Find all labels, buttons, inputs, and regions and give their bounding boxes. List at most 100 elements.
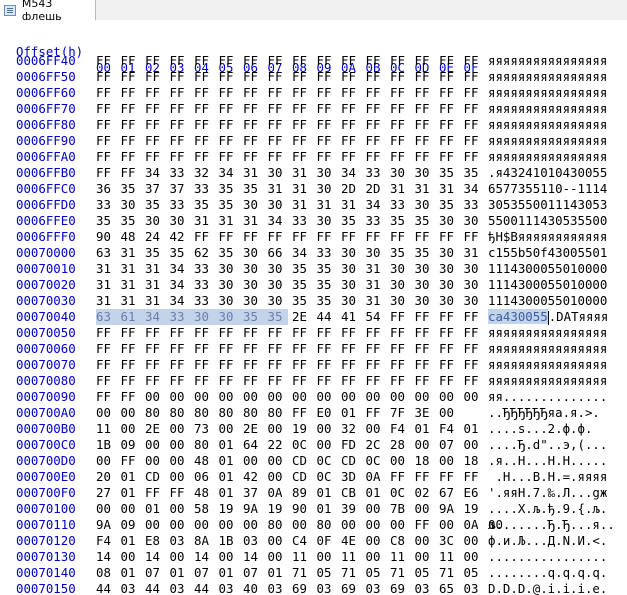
hex-byte[interactable]: 14	[96, 549, 116, 565]
hex-byte[interactable]: CD	[292, 453, 312, 469]
hex-byte[interactable]: 0C	[292, 437, 312, 453]
hex-byte[interactable]: FF	[96, 133, 116, 149]
hex-byte[interactable]: FF	[121, 117, 141, 133]
hex-byte[interactable]: 33	[366, 165, 386, 181]
hex-byte[interactable]: FF	[96, 85, 116, 101]
hex-byte[interactable]: FF	[121, 389, 141, 405]
hex-byte[interactable]: 00	[170, 517, 190, 533]
hex-byte[interactable]: FF	[341, 357, 361, 373]
hex-byte[interactable]: FF	[170, 101, 190, 117]
hex-byte[interactable]: FF	[317, 133, 337, 149]
hex-byte[interactable]: 00	[268, 469, 288, 485]
hex-byte[interactable]: 69	[390, 581, 410, 595]
hex-byte[interactable]: FF	[145, 373, 165, 389]
hex-byte[interactable]: 09	[121, 437, 141, 453]
hex-byte[interactable]: FF	[170, 117, 190, 133]
hex-byte[interactable]: FF	[194, 117, 214, 133]
hex-byte[interactable]: FF	[170, 485, 190, 501]
hex-byte[interactable]: FF	[243, 357, 263, 373]
hex-byte[interactable]: FF	[145, 149, 165, 165]
hex-byte[interactable]: FF	[243, 149, 263, 165]
hex-editor[interactable]: Offset(h) 00 01 02 03 04 05 06 07 08 09 0A 0B 0C 0D 0E…	[0, 20, 627, 595]
hex-byte[interactable]: FF	[243, 101, 263, 117]
hex-byte[interactable]: FF	[194, 229, 214, 245]
hex-byte[interactable]: 35	[439, 197, 459, 213]
hex-byte[interactable]: 00	[390, 389, 410, 405]
hex-byte[interactable]: FF	[170, 69, 190, 85]
hex-byte[interactable]: FF	[366, 373, 386, 389]
hex-byte[interactable]: C4	[292, 533, 312, 549]
hex-byte[interactable]: FF	[145, 69, 165, 85]
hex-byte[interactable]: 35	[121, 181, 141, 197]
hex-byte[interactable]: 35	[292, 261, 312, 277]
hex-byte[interactable]: 00	[341, 517, 361, 533]
hex-byte[interactable]: FF	[464, 69, 484, 85]
hex-byte[interactable]: 34	[268, 213, 288, 229]
hex-byte[interactable]: 00	[121, 421, 141, 437]
hex-byte[interactable]: 00	[366, 549, 386, 565]
hex-byte[interactable]: FF	[464, 229, 484, 245]
hex-row[interactable]: 00070000 63 31 35 35 62 35 30 66 34 33 30 30 35 35 30 31…	[0, 245, 627, 261]
ascii-text[interactable]: 3053550011143053	[488, 197, 607, 213]
hex-byte[interactable]: FF	[415, 69, 435, 85]
hex-byte[interactable]: 00	[268, 389, 288, 405]
hex-byte[interactable]: 00	[194, 517, 214, 533]
hex-byte[interactable]: FF	[292, 101, 312, 117]
hex-byte[interactable]: 33	[194, 293, 214, 309]
hex-byte[interactable]: 00	[121, 549, 141, 565]
ascii-text[interactable]: яяяяяяяяяяяяяяяя	[488, 69, 607, 85]
hex-byte[interactable]: 01	[170, 565, 190, 581]
hex-byte[interactable]: 30	[390, 165, 410, 181]
ascii-text[interactable]: D.D.D.@.i.i.i.e.	[488, 581, 607, 595]
hex-byte[interactable]: 31	[243, 165, 263, 181]
ascii-text[interactable]: '.яяH.7.‰.Л...gж	[488, 485, 607, 501]
hex-byte[interactable]: FF	[341, 149, 361, 165]
hex-byte[interactable]: 71	[341, 565, 361, 581]
hex-byte[interactable]: 66	[268, 245, 288, 261]
hex-byte[interactable]: 30	[341, 293, 361, 309]
hex-byte[interactable]: 31	[194, 213, 214, 229]
hex-byte[interactable]: 00	[268, 533, 288, 549]
hex-byte[interactable]: FF	[292, 149, 312, 165]
hex-byte[interactable]: FF	[219, 101, 239, 117]
hex-byte[interactable]: 0C	[317, 469, 337, 485]
hex-byte[interactable]: 01	[317, 485, 337, 501]
hex-byte[interactable]: 30	[341, 261, 361, 277]
hex-byte[interactable]: FF	[317, 373, 337, 389]
hex-byte[interactable]: 30	[268, 165, 288, 181]
hex-byte[interactable]: 35	[415, 213, 435, 229]
hex-byte[interactable]: FF	[121, 149, 141, 165]
hex-byte[interactable]: FF	[145, 325, 165, 341]
ascii-text[interactable]: яяяяяяяяяяяяяяяя	[488, 85, 607, 101]
hex-byte[interactable]: 01	[121, 485, 141, 501]
hex-row[interactable]: 00070010 31 31 31 34 33 30 30 30 35 35 30 31 30 30 30 30…	[0, 261, 627, 277]
hex-byte[interactable]: 00	[366, 421, 386, 437]
hex-byte[interactable]: 01	[121, 565, 141, 581]
hex-byte[interactable]: 30	[464, 213, 484, 229]
hex-byte[interactable]: 30	[341, 277, 361, 293]
hex-byte[interactable]: 35	[317, 277, 337, 293]
hex-byte[interactable]: FF	[439, 53, 459, 69]
hex-byte[interactable]: FF	[439, 149, 459, 165]
ascii-text[interactable]: .я..H...Н.Н.....	[488, 453, 607, 469]
hex-byte[interactable]: 33	[464, 197, 484, 213]
hex-byte[interactable]: 0A	[464, 517, 484, 533]
hex-byte[interactable]: 35	[96, 213, 116, 229]
hex-byte[interactable]: 14	[145, 549, 165, 565]
hex-byte[interactable]: 80	[170, 405, 190, 421]
hex-byte[interactable]: 00	[292, 389, 312, 405]
hex-byte[interactable]: 62	[194, 245, 214, 261]
hex-byte[interactable]: 03	[366, 581, 386, 595]
hex-byte[interactable]: 00	[464, 549, 484, 565]
hex-byte[interactable]: FF	[292, 325, 312, 341]
hex-byte[interactable]: CD	[341, 453, 361, 469]
hex-byte[interactable]: FF	[317, 69, 337, 85]
hex-byte[interactable]: 00	[243, 517, 263, 533]
hex-byte[interactable]: 30	[219, 277, 239, 293]
hex-byte[interactable]: 39	[341, 501, 361, 517]
hex-byte[interactable]: 00	[243, 389, 263, 405]
hex-byte[interactable]: FF	[415, 517, 435, 533]
hex-byte[interactable]: 33	[170, 197, 190, 213]
hex-byte[interactable]: 00	[439, 453, 459, 469]
hex-byte[interactable]: 40	[243, 581, 263, 595]
